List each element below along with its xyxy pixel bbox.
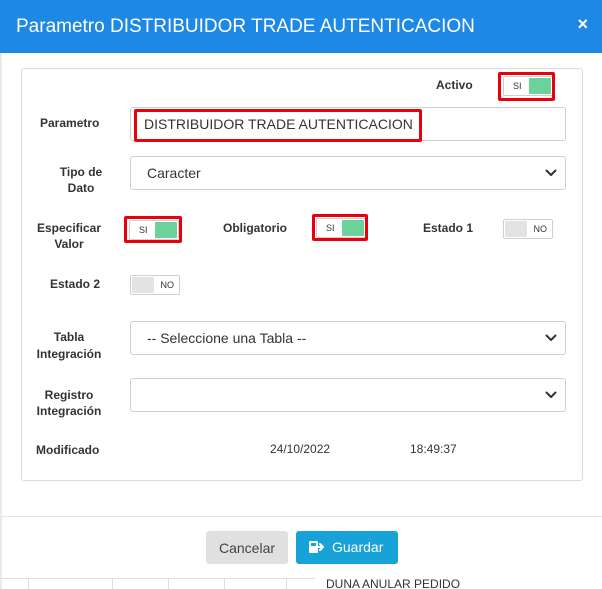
tipo-dato-label-2: Dato: [67, 181, 95, 195]
highlight-especificar: [124, 216, 182, 243]
estado2-toggle[interactable]: NO: [130, 275, 180, 295]
tipo-dato-label-1: Tipo de: [59, 165, 103, 179]
cancel-button[interactable]: Cancelar: [206, 531, 288, 564]
tabla-label-2: Integración: [36, 347, 102, 361]
especificar-label-2: Valor: [54, 237, 84, 251]
registro-label-2: Integración: [36, 404, 102, 418]
save-button[interactable]: Guardar: [296, 531, 398, 564]
chevron-down-icon: [545, 169, 557, 176]
toggle-off-text: NO: [160, 280, 175, 290]
background-row-text: DUNA ANULAR PEDIDO: [326, 577, 461, 589]
modificado-date: 24/10/2022: [270, 442, 331, 456]
modal-header: Parametro DISTRIBUIDOR TRADE AUTENTICACI…: [0, 0, 602, 53]
activo-label: Activo: [436, 78, 473, 92]
close-icon[interactable]: ×: [577, 14, 588, 35]
parametro-label: Parametro: [40, 116, 100, 130]
chevron-down-icon: [545, 391, 557, 398]
highlight-activo: [498, 72, 555, 101]
estado1-label: Estado 1: [423, 221, 474, 235]
estado1-toggle[interactable]: NO: [503, 219, 553, 239]
tabla-integracion-select[interactable]: -- Seleccione una Tabla --: [130, 321, 566, 355]
save-icon: [309, 541, 324, 553]
toggle-knob: [132, 277, 154, 293]
modificado-label: Modificado: [36, 443, 100, 457]
tipo-dato-select[interactable]: Caracter: [130, 156, 566, 190]
highlight-obligatorio: [312, 214, 368, 241]
estado2-label: Estado 2: [50, 277, 101, 291]
background-table-fragment: [0, 578, 315, 589]
obligatorio-label: Obligatorio: [223, 221, 287, 235]
toggle-off-text: NO: [533, 224, 548, 234]
tabla-integracion-value: -- Seleccione una Tabla --: [147, 330, 307, 346]
especificar-label-1: Especificar: [36, 221, 102, 235]
footer-divider: [0, 516, 602, 517]
highlight-parametro: [134, 109, 422, 142]
registro-label-1: Registro: [44, 388, 94, 402]
save-label: Guardar: [332, 539, 384, 555]
registro-integracion-select[interactable]: [130, 378, 566, 412]
toggle-knob: [505, 221, 527, 237]
background-edge: [0, 53, 2, 589]
modificado-time: 18:49:37: [410, 442, 457, 456]
tabla-label-1: Tabla: [53, 330, 85, 344]
tipo-dato-value: Caracter: [147, 165, 201, 181]
chevron-down-icon: [545, 334, 557, 341]
modal-title: Parametro DISTRIBUIDOR TRADE AUTENTICACI…: [16, 16, 475, 37]
